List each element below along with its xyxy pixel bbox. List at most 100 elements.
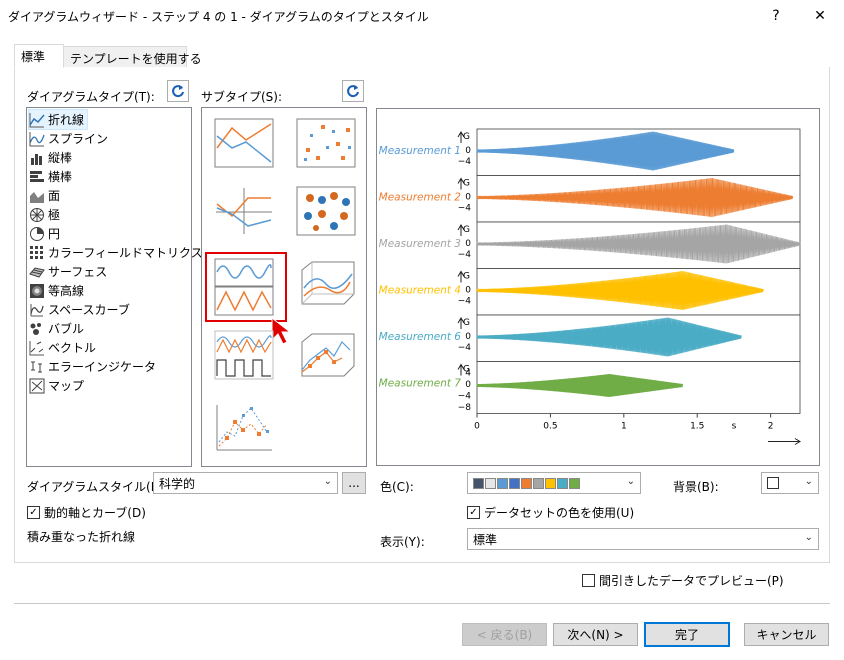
diagram-type-item[interactable]: 横棒 [29,167,75,186]
y-tick-label: −4 [458,157,472,167]
checkbox-checked-icon: ✓ [27,506,40,519]
refresh-subtypes-button[interactable] [342,80,364,102]
y-tick-label: −4 [458,343,472,353]
diagram-type-item[interactable]: 縦棒 [29,148,75,167]
refresh-types-button[interactable] [167,80,189,102]
series-name: Measurement 3 [379,238,461,250]
series-name: Measurement 7 [379,378,462,390]
color-label: 色(C): [380,480,414,494]
diagram-type-item[interactable]: 等高線 [29,281,87,300]
subtype-line-2d[interactable] [214,118,274,168]
diagram-type-label: 面 [48,189,61,203]
diagram-type-item[interactable]: バブル [29,319,87,338]
divider [14,603,830,604]
subtype-step-lines[interactable] [214,330,274,380]
diagram-type-label: 横棒 [48,170,73,184]
diagram-type-item[interactable]: 面 [29,186,63,205]
background-color-select[interactable]: ⌄ [761,472,819,494]
subtype-bubble-3d[interactable] [296,186,356,236]
column-chart-icon [31,153,42,165]
color-palette-select[interactable]: ⌄ [467,472,641,494]
palette-swatch [497,477,508,489]
subtype-scatter-line-2d[interactable] [214,402,274,452]
diagram-type-label: マップ [48,379,85,393]
diagram-type-label: バブル [48,322,85,336]
y-tick-label: 0 [465,193,471,203]
diagram-type-item[interactable]: 極 [29,205,63,224]
diagram-type-item[interactable]: 折れ線 [27,109,89,130]
diagram-type-item[interactable]: ベクトル [29,338,99,357]
tab-use-template[interactable]: テンプレートを使用する [63,46,202,68]
refresh-icon [172,85,184,98]
background-swatch [767,477,779,489]
subtype-label: サブタイプ(S): [201,90,283,104]
diagram-type-label: 等高線 [48,284,85,298]
help-button[interactable]: ? [754,0,798,32]
subtype-line-centered-axes[interactable] [214,186,274,236]
subtype-line-3d[interactable] [296,258,356,308]
subtype-list[interactable] [201,107,367,467]
series-name: Measurement 4 [379,285,461,297]
palette-swatch [569,477,580,489]
use-dataset-color-label: データセットの色を使用(U) [484,506,635,520]
color-matrix-icon [30,245,43,259]
color-palette-swatches [473,477,581,489]
diagram-style-select[interactable]: 科学的 ⌄ [153,472,338,494]
map-icon [29,378,45,393]
diagram-type-label: 極 [48,208,61,222]
y-axis-unit: G [463,225,470,235]
diagram-type-label: 円 [48,227,61,241]
next-button[interactable]: 次へ(N) > [553,623,638,646]
y-tick-label: 0 [465,332,471,342]
style-more-button[interactable]: ... [342,472,366,494]
preview-thinned-label: 間引きしたデータでプレビュー(P) [599,574,784,588]
preview-thinned-checkbox[interactable]: 間引きしたデータでプレビュー(P) [582,572,784,589]
x-tick-label: 1 [621,422,627,432]
space-curve-icon [30,303,44,316]
x-tick-label: 0.5 [543,422,557,432]
subtype-scatter-line-3d[interactable] [296,330,356,380]
contour-chart-icon [30,283,44,298]
preview-chart: Measurement 1 G 0 −4 Measurement 2 G 0 −4 Measur… [376,108,820,466]
diagram-type-label: ベクトル [48,341,97,355]
spline-chart-icon [29,131,45,146]
diagram-type-item[interactable]: 円 [29,224,63,243]
error-indicator-icon [31,361,42,372]
back-button[interactable]: < 戻る(B) [462,623,547,646]
diagram-type-item[interactable]: カラーフィールドマトリクス [29,243,206,262]
y-axis-unit: G [463,318,470,328]
diagram-type-list[interactable]: 折れ線 スプライン縦棒横棒面極円カラーフィールドマトリクスサーフェス等高線スペース… [26,107,203,467]
x-axis-unit: s [732,422,737,432]
y-axis-unit: G [463,179,470,189]
diagram-type-item[interactable]: エラーインジケータ [29,357,159,376]
diagram-type-item[interactable]: マップ [29,376,87,395]
cancel-button[interactable]: キャンセル [744,623,829,646]
diagram-type-item[interactable]: サーフェス [29,262,110,281]
palette-swatch [521,477,532,489]
y-tick-label: −4 [458,297,472,307]
subtype-scatter-2d[interactable] [296,118,356,168]
subtype-description: 積み重なった折れ線 [27,530,136,544]
diagram-type-label: 縦棒 [48,151,73,165]
close-button[interactable]: ✕ [798,0,842,32]
y-tick-label: −4 [458,392,472,402]
display-label: 表示(Y): [380,535,425,549]
diagram-type-item[interactable]: スプライン [29,129,111,148]
series-name: Measurement 1 [379,145,461,157]
diagram-type-label: カラーフィールドマトリクス [48,246,203,260]
subtype-stacked-lines[interactable] [214,258,274,316]
display-select[interactable]: 標準 ⌄ [467,528,819,550]
diagram-type-item[interactable]: スペースカーブ [29,300,133,319]
palette-swatch [485,477,496,489]
diagram-style-label: ダイアグラムスタイル(M): [27,480,170,494]
chevron-down-icon: ⌄ [626,476,635,487]
y-axis-unit: G [463,132,470,142]
tab-standard[interactable]: 標準 [14,44,64,68]
checkbox-unchecked-icon [582,574,595,587]
finish-button[interactable]: 完了 [644,622,730,647]
polar-chart-icon [30,207,44,222]
dynamic-axes-checkbox[interactable]: ✓ 動的軸とカーブ(D) [27,504,146,521]
use-dataset-color-checkbox[interactable]: ✓ データセットの色を使用(U) [467,504,634,521]
display-value: 標準 [473,532,498,547]
y-tick-label: −4 [458,204,472,214]
